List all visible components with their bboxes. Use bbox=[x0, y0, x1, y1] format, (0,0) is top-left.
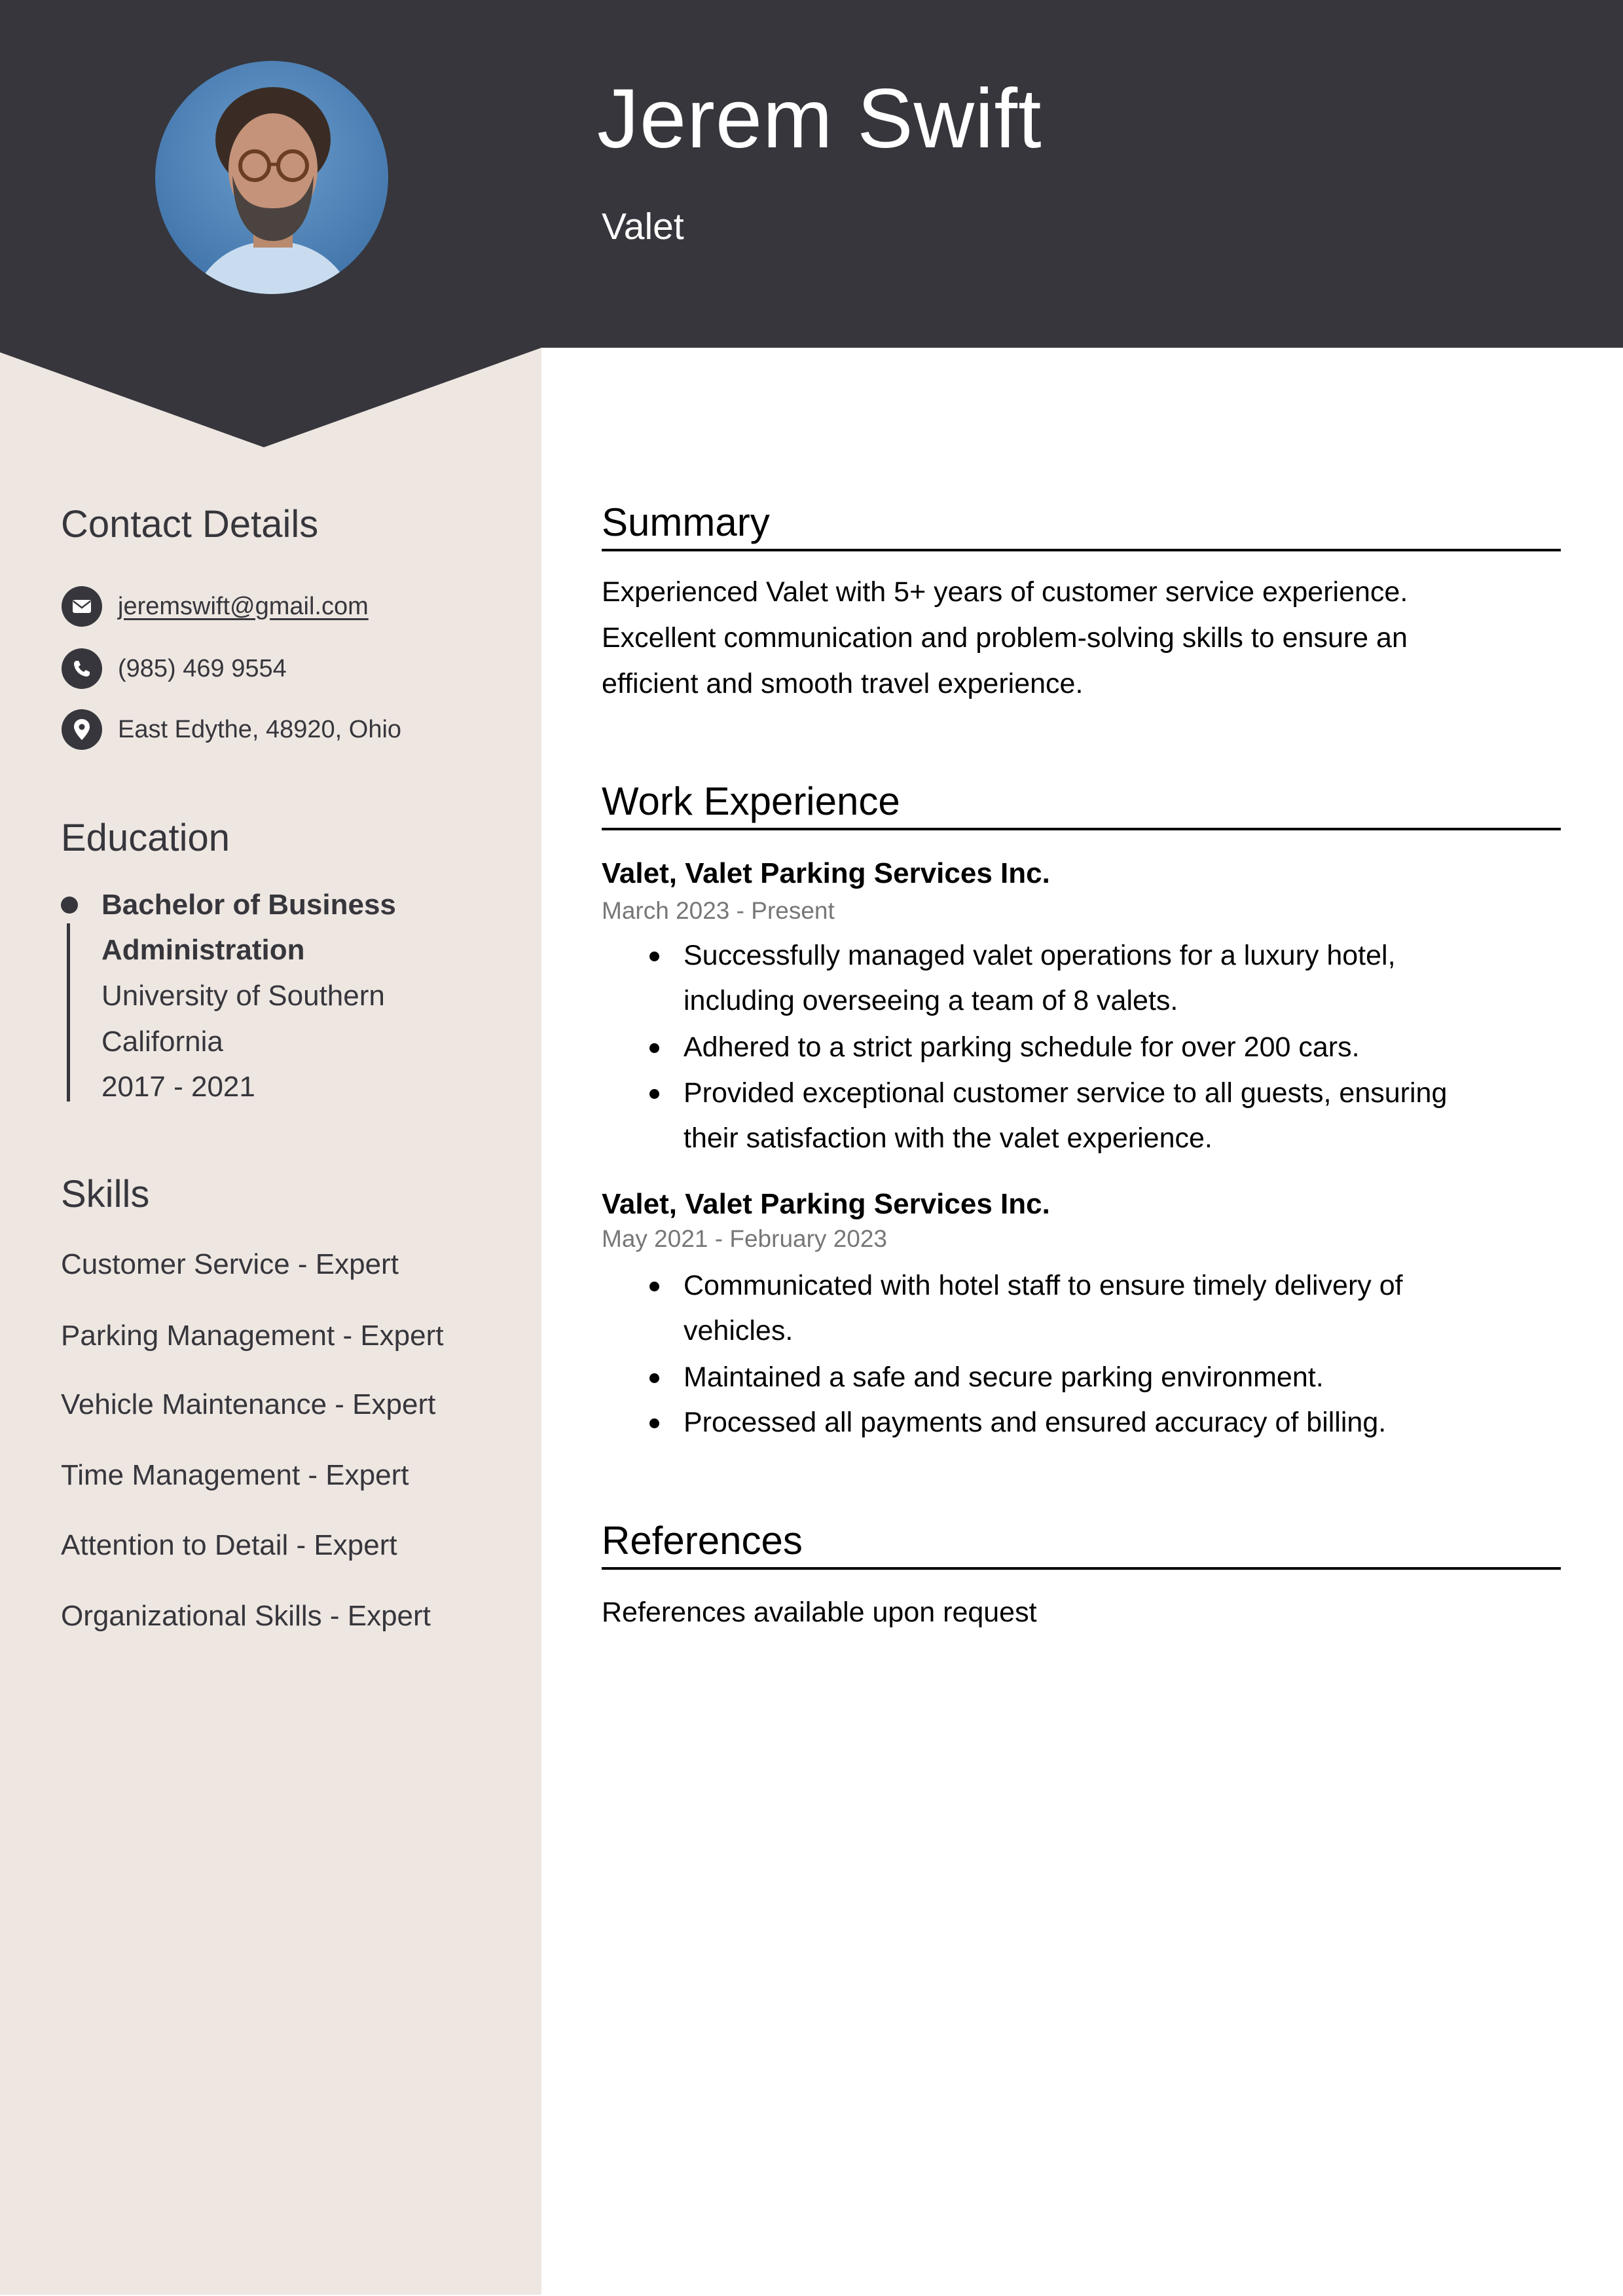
bullet-icon bbox=[649, 1418, 659, 1428]
envelope-icon bbox=[62, 586, 102, 627]
bullet-icon bbox=[649, 1089, 659, 1099]
degree-line-2: Administration bbox=[101, 934, 305, 966]
job-title-company: Valet, Valet Parking Services Inc. bbox=[602, 1188, 1050, 1220]
references-heading: References bbox=[602, 1519, 803, 1563]
bullet-icon bbox=[649, 1373, 659, 1383]
contact-phone-row: (985) 469 9554 bbox=[62, 648, 287, 689]
candidate-name: Jerem Swift bbox=[597, 72, 1042, 166]
summary-line: efficient and smooth travel experience. bbox=[602, 668, 1084, 699]
work-experience-heading: Work Experience bbox=[602, 779, 900, 823]
candidate-title: Valet bbox=[602, 206, 684, 248]
skill-item: Organizational Skills - Expert bbox=[61, 1600, 431, 1632]
skill-item: Parking Management - Expert bbox=[61, 1320, 444, 1352]
job-bullet-continued: their satisfaction with the valet experi… bbox=[684, 1122, 1213, 1154]
email-link[interactable]: jeremswift@gmail.com bbox=[102, 593, 369, 621]
degree-line-1: Bachelor of Business bbox=[101, 889, 396, 921]
job-bullet: Processed all payments and ensured accur… bbox=[684, 1407, 1387, 1438]
skills-heading: Skills bbox=[61, 1173, 150, 1215]
job-bullet: Adhered to a strict parking schedule for… bbox=[684, 1031, 1360, 1063]
address: East Edythe, 48920, Ohio bbox=[118, 715, 402, 743]
section-divider bbox=[602, 549, 1561, 551]
section-divider bbox=[602, 828, 1561, 830]
job-bullet-continued: including overseeing a team of 8 valets. bbox=[684, 985, 1178, 1016]
job-bullet: Successfully managed valet operations fo… bbox=[684, 940, 1396, 971]
school-line-2: California bbox=[101, 1026, 223, 1058]
timeline-dot bbox=[61, 897, 78, 914]
education-heading: Education bbox=[61, 817, 230, 859]
skill-item: Attention to Detail - Expert bbox=[61, 1529, 397, 1561]
skill-item: Customer Service - Expert bbox=[61, 1248, 399, 1280]
summary-line: Excellent communication and problem-solv… bbox=[602, 622, 1408, 654]
job-bullet: Communicated with hotel staff to ensure … bbox=[684, 1270, 1403, 1301]
skill-item: Vehicle Maintenance - Expert bbox=[61, 1388, 436, 1420]
references-text: References available upon request bbox=[602, 1597, 1037, 1628]
location-pin-icon bbox=[62, 709, 102, 750]
contact-address-row: East Edythe, 48920, Ohio bbox=[62, 709, 401, 750]
school-line-1: University of Southern bbox=[101, 980, 385, 1012]
job-bullet: Maintained a safe and secure parking env… bbox=[684, 1361, 1324, 1393]
skill-item: Time Management - Expert bbox=[61, 1459, 409, 1491]
job-title-company: Valet, Valet Parking Services Inc. bbox=[602, 857, 1050, 889]
bullet-icon bbox=[649, 1043, 659, 1053]
summary-line: Experienced Valet with 5+ years of custo… bbox=[602, 576, 1408, 608]
job-dates: May 2021 - February 2023 bbox=[602, 1225, 888, 1252]
job-dates: March 2023 - Present bbox=[602, 897, 835, 924]
phone-icon bbox=[62, 648, 102, 689]
phone-number: (985) 469 9554 bbox=[118, 654, 287, 682]
bullet-icon bbox=[649, 1282, 659, 1291]
job-bullet: Provided exceptional customer service to… bbox=[684, 1077, 1448, 1109]
profile-photo bbox=[155, 61, 388, 294]
timeline-line bbox=[67, 923, 70, 1102]
bullet-icon bbox=[649, 952, 659, 961]
education-years: 2017 - 2021 bbox=[101, 1071, 255, 1103]
contact-email-row: jeremswift@gmail.com bbox=[62, 586, 369, 627]
job-bullet-continued: vehicles. bbox=[684, 1315, 793, 1346]
portrait-illustration bbox=[155, 61, 388, 294]
section-divider bbox=[602, 1567, 1561, 1570]
contact-heading: Contact Details bbox=[61, 503, 319, 546]
summary-heading: Summary bbox=[602, 500, 770, 544]
